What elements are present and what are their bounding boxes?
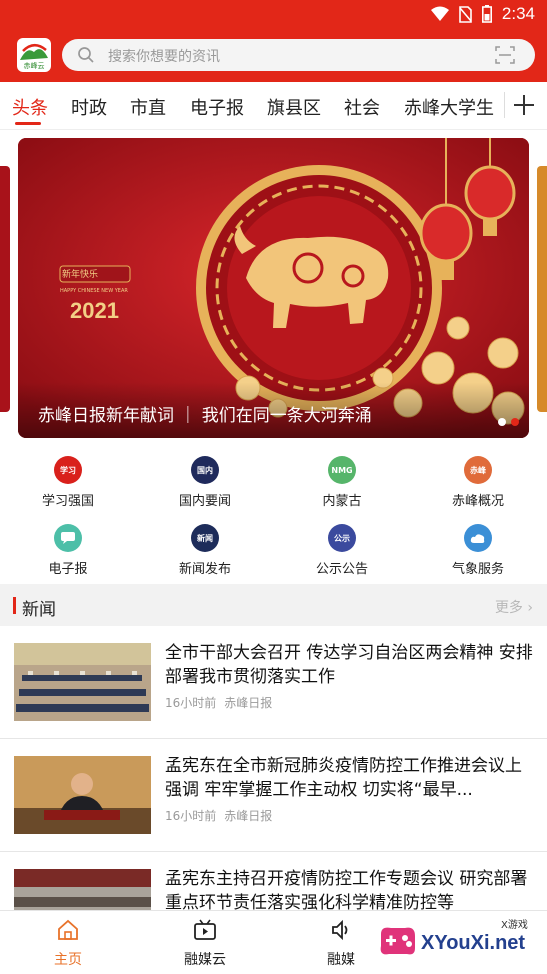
tab-headlines[interactable]: 头条 [12,94,48,120]
quick-link-e-paper[interactable]: 电子报 [8,524,128,577]
logo-text: 赤峰云 [23,62,45,70]
news-source: 赤峰日报 [224,696,273,710]
news-source: 赤峰日报 [224,809,273,823]
quick-link-label: 电子报 [48,562,88,577]
quick-link-weather[interactable]: 气象服务 [418,524,538,577]
battery-icon [481,5,492,23]
home-icon [23,917,113,943]
news-section-header: 新闻 更多 › [0,584,547,626]
channel-tabs: 头条 时政 市直 电子报 旗县区 社会 赤峰大学生 [0,82,547,130]
search-placeholder: 搜索你想要的资讯 [108,49,220,65]
status-bar: 2:34 [0,0,547,30]
quick-links-grid: 学习 学习强国 国内 国内要闻 NMG 内蒙古 赤峰 赤峰概况 电子报 新闻 新… [0,448,547,584]
news-title: 孟宪东在全市新冠肺炎疫情防控工作推进会议上强调 牢牢掌握工作主动权 切实将“最早… [165,756,522,800]
news-meta: 16小时前 赤峰日报 [165,807,272,824]
inner-mongolia-icon: NMG [328,456,356,484]
quick-link-label: 内蒙古 [322,494,362,509]
quick-link-xuexi[interactable]: 学习 学习强国 [8,456,128,509]
tab-city[interactable]: 市直 [130,94,166,120]
news-thumbnail-speaker [14,756,151,834]
tab-counties[interactable]: 旗县区 [267,94,321,120]
banner-carousel: 新年快乐 HAPPY CHINESE NEW YEAR 2021 赤峰日报新年献… [0,130,547,448]
watermark-text: XYouXi.net [421,932,526,954]
nav-home[interactable]: 主页 [23,917,113,969]
news-time: 16小时前 [165,809,217,823]
scan-icon[interactable] [495,46,515,64]
app-screen: 2:34 赤峰云 搜索你想要的资讯 头条 时政 市直 电子报 旗县区 社会 赤峰… [0,0,547,974]
prev-slide-peek [0,166,10,412]
quick-link-label: 公示公告 [315,562,368,577]
watermark-small-text: X游戏 [501,920,528,931]
quick-link-label: 新闻发布 [178,562,231,577]
chifeng-overview-icon: 赤峰 [464,456,492,484]
weather-icon [464,524,492,552]
quick-link-chifeng-overview[interactable]: 赤峰 赤峰概况 [418,456,538,509]
tab-divider [504,92,505,118]
carousel-dot[interactable] [498,418,506,426]
search-input[interactable]: 搜索你想要的资讯 [62,39,535,71]
gamepad-icon [380,927,415,955]
carousel-dot-active[interactable] [511,418,519,426]
video-icon [160,917,250,943]
news-title: 孟宪东主持召开疫情防控工作专题会议 研究部署重点环节责任落实强化科学精准防控等 [165,869,528,913]
nav-label: 主页 [54,952,82,968]
announcement-icon: 公示 [328,524,356,552]
news-item[interactable]: 全市干部大会召开 传达学习自治区两会精神 安排部署我市贯彻落实工作 16小时前赤… [0,626,547,739]
search-icon [78,47,94,63]
tab-society[interactable]: 社会 [344,94,380,120]
quick-link-label: 赤峰概况 [451,494,504,509]
watermark-logo: X游戏 XYouXi.net [373,914,543,966]
next-slide-peek [537,166,547,412]
more-news-link[interactable]: 更多 › [495,597,533,617]
quick-link-label: 国内要闻 [178,494,231,509]
news-release-icon: 新闻 [191,524,219,552]
news-time: 16小时前 [165,696,217,710]
chevron-right-icon: › [527,600,533,616]
banner-small-text: HAPPY CHINESE NEW YEAR [60,288,128,294]
section-accent-bar [13,597,16,614]
no-sim-icon [459,5,472,23]
news-title: 全市干部大会召开 传达学习自治区两会精神 安排部署我市贯彻落实工作 [165,643,533,687]
carousel-dots [498,418,519,426]
nav-media-cloud[interactable]: 融媒云 [160,917,250,969]
quick-link-news-release[interactable]: 新闻 新闻发布 [145,524,265,577]
nav-label: 融媒云 [184,952,226,968]
top-bar: 2:34 赤峰云 搜索你想要的资讯 [0,0,547,82]
quick-link-domestic-news[interactable]: 国内 国内要闻 [145,456,265,509]
quick-link-label: 学习强国 [41,494,94,509]
wifi-icon [430,6,449,21]
tab-e-paper[interactable]: 电子报 [190,94,244,120]
banner-slide[interactable]: 新年快乐 HAPPY CHINESE NEW YEAR 2021 赤峰日报新年献… [18,138,529,438]
news-section-title: 新闻 [22,600,56,620]
active-tab-indicator [15,122,41,125]
e-paper-icon [54,524,82,552]
domestic-news-icon: 国内 [191,456,219,484]
seal-text: 新年快乐 [62,270,99,280]
add-channel-icon[interactable] [509,90,539,120]
banner-caption: 赤峰日报新年献词 ｜ 我们在同一条大河奔涌 [38,406,372,426]
quick-link-inner-mongolia[interactable]: NMG 内蒙古 [282,456,402,509]
news-item[interactable]: 孟宪东在全市新冠肺炎疫情防控工作推进会议上强调 牢牢掌握工作主动权 切实将“最早… [0,739,547,852]
banner-year: 2021 [70,298,119,323]
status-time: 2:34 [501,4,535,23]
quick-link-announcement[interactable]: 公示 公示公告 [282,524,402,577]
app-logo[interactable]: 赤峰云 [17,38,51,72]
news-thumbnail-meeting [14,643,151,721]
tab-politics[interactable]: 时政 [71,94,107,120]
xuexi-icon: 学习 [54,456,82,484]
news-meta: 16小时前 赤峰日报 [165,694,272,711]
quick-link-label: 气象服务 [451,562,504,577]
bottom-navigation: 主页 融媒云 融媒 X游戏 XYouXi.net [0,910,547,974]
tab-students[interactable]: 赤峰大学生 [404,94,494,120]
